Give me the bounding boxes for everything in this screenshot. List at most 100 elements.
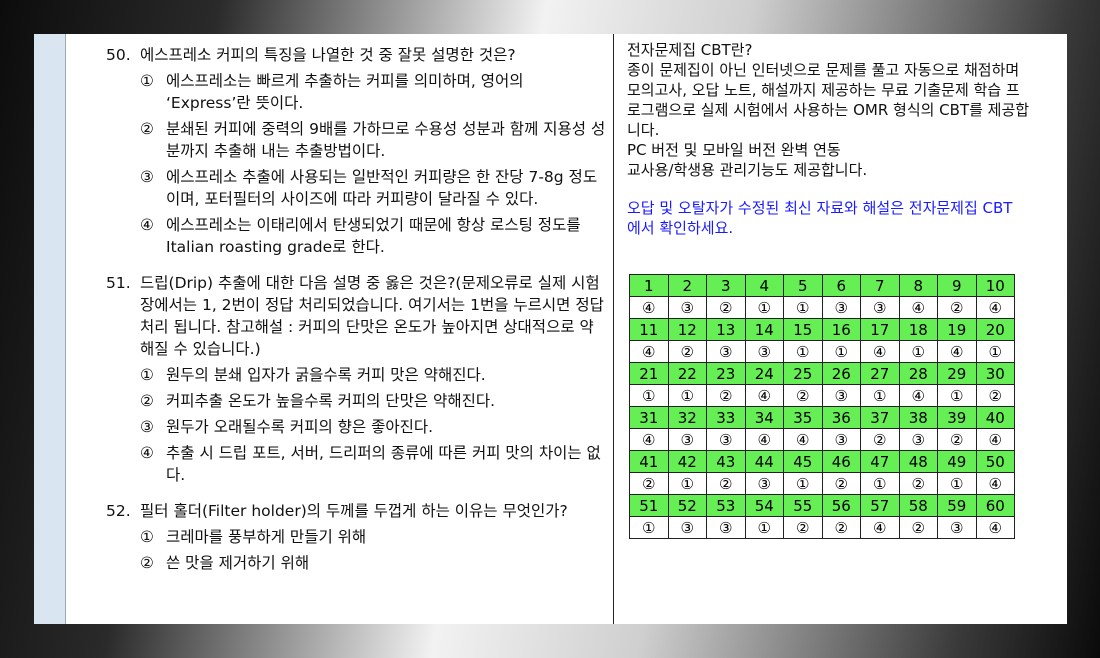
questions-column: 50. 에스프레소 커피의 특징을 나열한 것 중 잘못 설명한 것은? ① 에스프레… bbox=[106, 44, 606, 588]
answer-cell: ③ bbox=[898, 428, 938, 451]
question-number-cell: 25 bbox=[783, 362, 823, 385]
answer-cell: ③ bbox=[667, 516, 707, 539]
question-block: 51. 드립(Drip) 추출에 대한 다음 설명 중 옳은 것은?(문제오류로 … bbox=[106, 272, 606, 486]
question-number-cell: 7 bbox=[860, 274, 900, 297]
question-number-cell: 51 bbox=[629, 494, 669, 517]
answer-choice[interactable]: ② 분쇄된 커피에 중력의 9배를 가하므로 수용성 성분과 함께 지용성 성분까… bbox=[140, 118, 606, 162]
question-text: 드립(Drip) 추출에 대한 다음 설명 중 옳은 것은?(문제오류로 실제 … bbox=[140, 274, 604, 358]
answer-cell: ④ bbox=[975, 296, 1015, 319]
question-number-cell: 6 bbox=[821, 274, 861, 297]
question-block: 50. 에스프레소 커피의 특징을 나열한 것 중 잘못 설명한 것은? ① 에스프레… bbox=[106, 44, 606, 258]
answer-choice[interactable]: ④ 추출 시 드립 포트, 서버, 드리퍼의 종류에 따른 커피 맛의 차이는 없… bbox=[140, 442, 606, 486]
question-number-cell: 20 bbox=[975, 318, 1015, 341]
question-number-cell: 38 bbox=[898, 406, 938, 429]
answer-cell: ① bbox=[783, 472, 823, 495]
info-line: 종이 문제집이 아닌 인터넷으로 문제를 풀고 자동으로 채점하며 bbox=[627, 61, 1020, 79]
question-number-cell: 3 bbox=[706, 274, 746, 297]
question-number-cell: 24 bbox=[744, 362, 784, 385]
choice-text: 쓴 맛을 제거하기 위해 bbox=[166, 554, 310, 572]
question-number-cell: 17 bbox=[860, 318, 900, 341]
choice-marker: ② bbox=[140, 554, 154, 572]
answer-cell: ② bbox=[783, 384, 823, 407]
answer-choice[interactable]: ① 원두의 분쇄 입자가 굵을수록 커피 맛은 약해진다. bbox=[140, 364, 606, 386]
answer-row: ②①②③①②①②①④ bbox=[629, 472, 1015, 495]
answer-cell: ① bbox=[667, 472, 707, 495]
answer-cell: ③ bbox=[821, 428, 861, 451]
question-number-cell: 55 bbox=[783, 494, 823, 517]
notice-line: 에서 확인하세요. bbox=[627, 219, 734, 237]
answer-cell: ② bbox=[706, 472, 746, 495]
answer-cell: ② bbox=[821, 516, 861, 539]
answer-cell: ④ bbox=[975, 516, 1015, 539]
answer-cell: ③ bbox=[860, 296, 900, 319]
answer-cell: ② bbox=[937, 428, 977, 451]
answer-cell: ① bbox=[667, 384, 707, 407]
question-stem: 52. 필터 홀더(Filter holder)의 두께를 두껍게 하는 이유는 … bbox=[106, 500, 606, 522]
question-number-cell: 16 bbox=[821, 318, 861, 341]
document-page: 50. 에스프레소 커피의 특징을 나열한 것 중 잘못 설명한 것은? ① 에스프레… bbox=[34, 34, 1067, 624]
answer-cell: ② bbox=[783, 516, 823, 539]
answer-choice[interactable]: ③ 원두가 오래될수록 커피의 향은 좋아진다. bbox=[140, 416, 606, 438]
answer-cell: ③ bbox=[706, 428, 746, 451]
question-number-cell: 41 bbox=[629, 450, 669, 473]
answer-cell: ④ bbox=[898, 384, 938, 407]
choice-marker: ① bbox=[140, 72, 154, 90]
answer-cell: ③ bbox=[667, 428, 707, 451]
answer-cell: ② bbox=[629, 472, 669, 495]
question-stem: 51. 드립(Drip) 추출에 대한 다음 설명 중 옳은 것은?(문제오류로 … bbox=[106, 272, 606, 360]
info-line: 전자문제집 CBT란? bbox=[627, 41, 753, 59]
question-number-cell: 8 bbox=[898, 274, 938, 297]
answer-row: ①③③①②②④②③④ bbox=[629, 516, 1015, 539]
answer-cell: ① bbox=[937, 472, 977, 495]
answer-cell: ④ bbox=[629, 340, 669, 363]
answer-number-row: 21 22 23 24 25 26 27 28 29 30 bbox=[629, 362, 1015, 385]
answer-cell: ③ bbox=[706, 340, 746, 363]
answer-choice[interactable]: ② 커피추출 온도가 높을수록 커피의 단맛은 약해진다. bbox=[140, 390, 606, 412]
answer-choice[interactable]: ① 크레마를 풍부하게 만들기 위해 bbox=[140, 526, 606, 548]
question-number-cell: 21 bbox=[629, 362, 669, 385]
answer-cell: ① bbox=[629, 384, 669, 407]
answer-cell: ③ bbox=[821, 384, 861, 407]
answer-cell: ④ bbox=[975, 428, 1015, 451]
answer-row: ①①②④②③①④①② bbox=[629, 384, 1015, 407]
answer-choice[interactable]: ③ 에스프레소 추출에 사용되는 일반적인 커피량은 한 잔당 7-8g 정도이며… bbox=[140, 166, 606, 210]
question-stem: 50. 에스프레소 커피의 특징을 나열한 것 중 잘못 설명한 것은? bbox=[106, 44, 606, 66]
answer-cell: ② bbox=[667, 340, 707, 363]
choice-text: 크레마를 풍부하게 만들기 위해 bbox=[166, 528, 367, 546]
question-block: 52. 필터 홀더(Filter holder)의 두께를 두껍게 하는 이유는 … bbox=[106, 500, 606, 574]
answer-cell: ① bbox=[783, 296, 823, 319]
question-number-cell: 48 bbox=[898, 450, 938, 473]
question-number-cell: 9 bbox=[937, 274, 977, 297]
answer-row: ④③③④④③②③②④ bbox=[629, 428, 1015, 451]
info-line: 교사용/학생용 관리기능도 제공합니다. bbox=[627, 161, 868, 179]
answer-cell: ③ bbox=[706, 516, 746, 539]
info-line: 니다. bbox=[627, 121, 660, 139]
answer-cell: ② bbox=[937, 296, 977, 319]
answer-cell: ④ bbox=[898, 296, 938, 319]
question-number-cell: 44 bbox=[744, 450, 784, 473]
question-number-cell: 5 bbox=[783, 274, 823, 297]
page-margin-strip bbox=[34, 34, 66, 624]
choice-text: 에스프레소 추출에 사용되는 일반적인 커피량은 한 잔당 7-8g 정도이며,… bbox=[166, 168, 598, 208]
question-number-cell: 50 bbox=[975, 450, 1015, 473]
answer-choice[interactable]: ④ 에스프레소는 이태리에서 탄생되었기 때문에 항상 로스팅 정도를 Itali… bbox=[140, 214, 606, 258]
answer-cell: ② bbox=[898, 516, 938, 539]
question-number-cell: 56 bbox=[821, 494, 861, 517]
answer-cell: ④ bbox=[860, 340, 900, 363]
info-line: 모의고사, 오답 노트, 해설까지 제공하는 무료 기출문제 학습 프 bbox=[627, 81, 1020, 99]
question-number: 50. bbox=[106, 46, 131, 64]
answer-choice[interactable]: ② 쓴 맛을 제거하기 위해 bbox=[140, 552, 606, 574]
question-number-cell: 11 bbox=[629, 318, 669, 341]
answer-choice[interactable]: ① 에스프레소는 빠르게 추출하는 커피를 의미하며, 영어의 ‘Express’… bbox=[140, 70, 606, 114]
answer-number-row: 41 42 43 44 45 46 47 48 49 50 bbox=[629, 450, 1015, 473]
answer-cell: ③ bbox=[937, 516, 977, 539]
answer-key-table: 1 2 3 4 5 6 7 8 9 10 ④ ③ ② ① ① ③ ③ ④ ② ④ 11 12 13 14 15 16 17 18 19 2… bbox=[629, 274, 1015, 539]
answer-cell: ④ bbox=[860, 516, 900, 539]
answer-cell: ③ bbox=[744, 472, 784, 495]
question-number-cell: 4 bbox=[744, 274, 784, 297]
answer-cell: ① bbox=[629, 516, 669, 539]
answer-cell: ④ bbox=[629, 296, 669, 319]
choice-text: 에스프레소는 빠르게 추출하는 커피를 의미하며, 영어의 ‘Express’란… bbox=[166, 72, 524, 112]
choice-marker: ④ bbox=[140, 216, 154, 234]
answer-cell: ① bbox=[860, 384, 900, 407]
